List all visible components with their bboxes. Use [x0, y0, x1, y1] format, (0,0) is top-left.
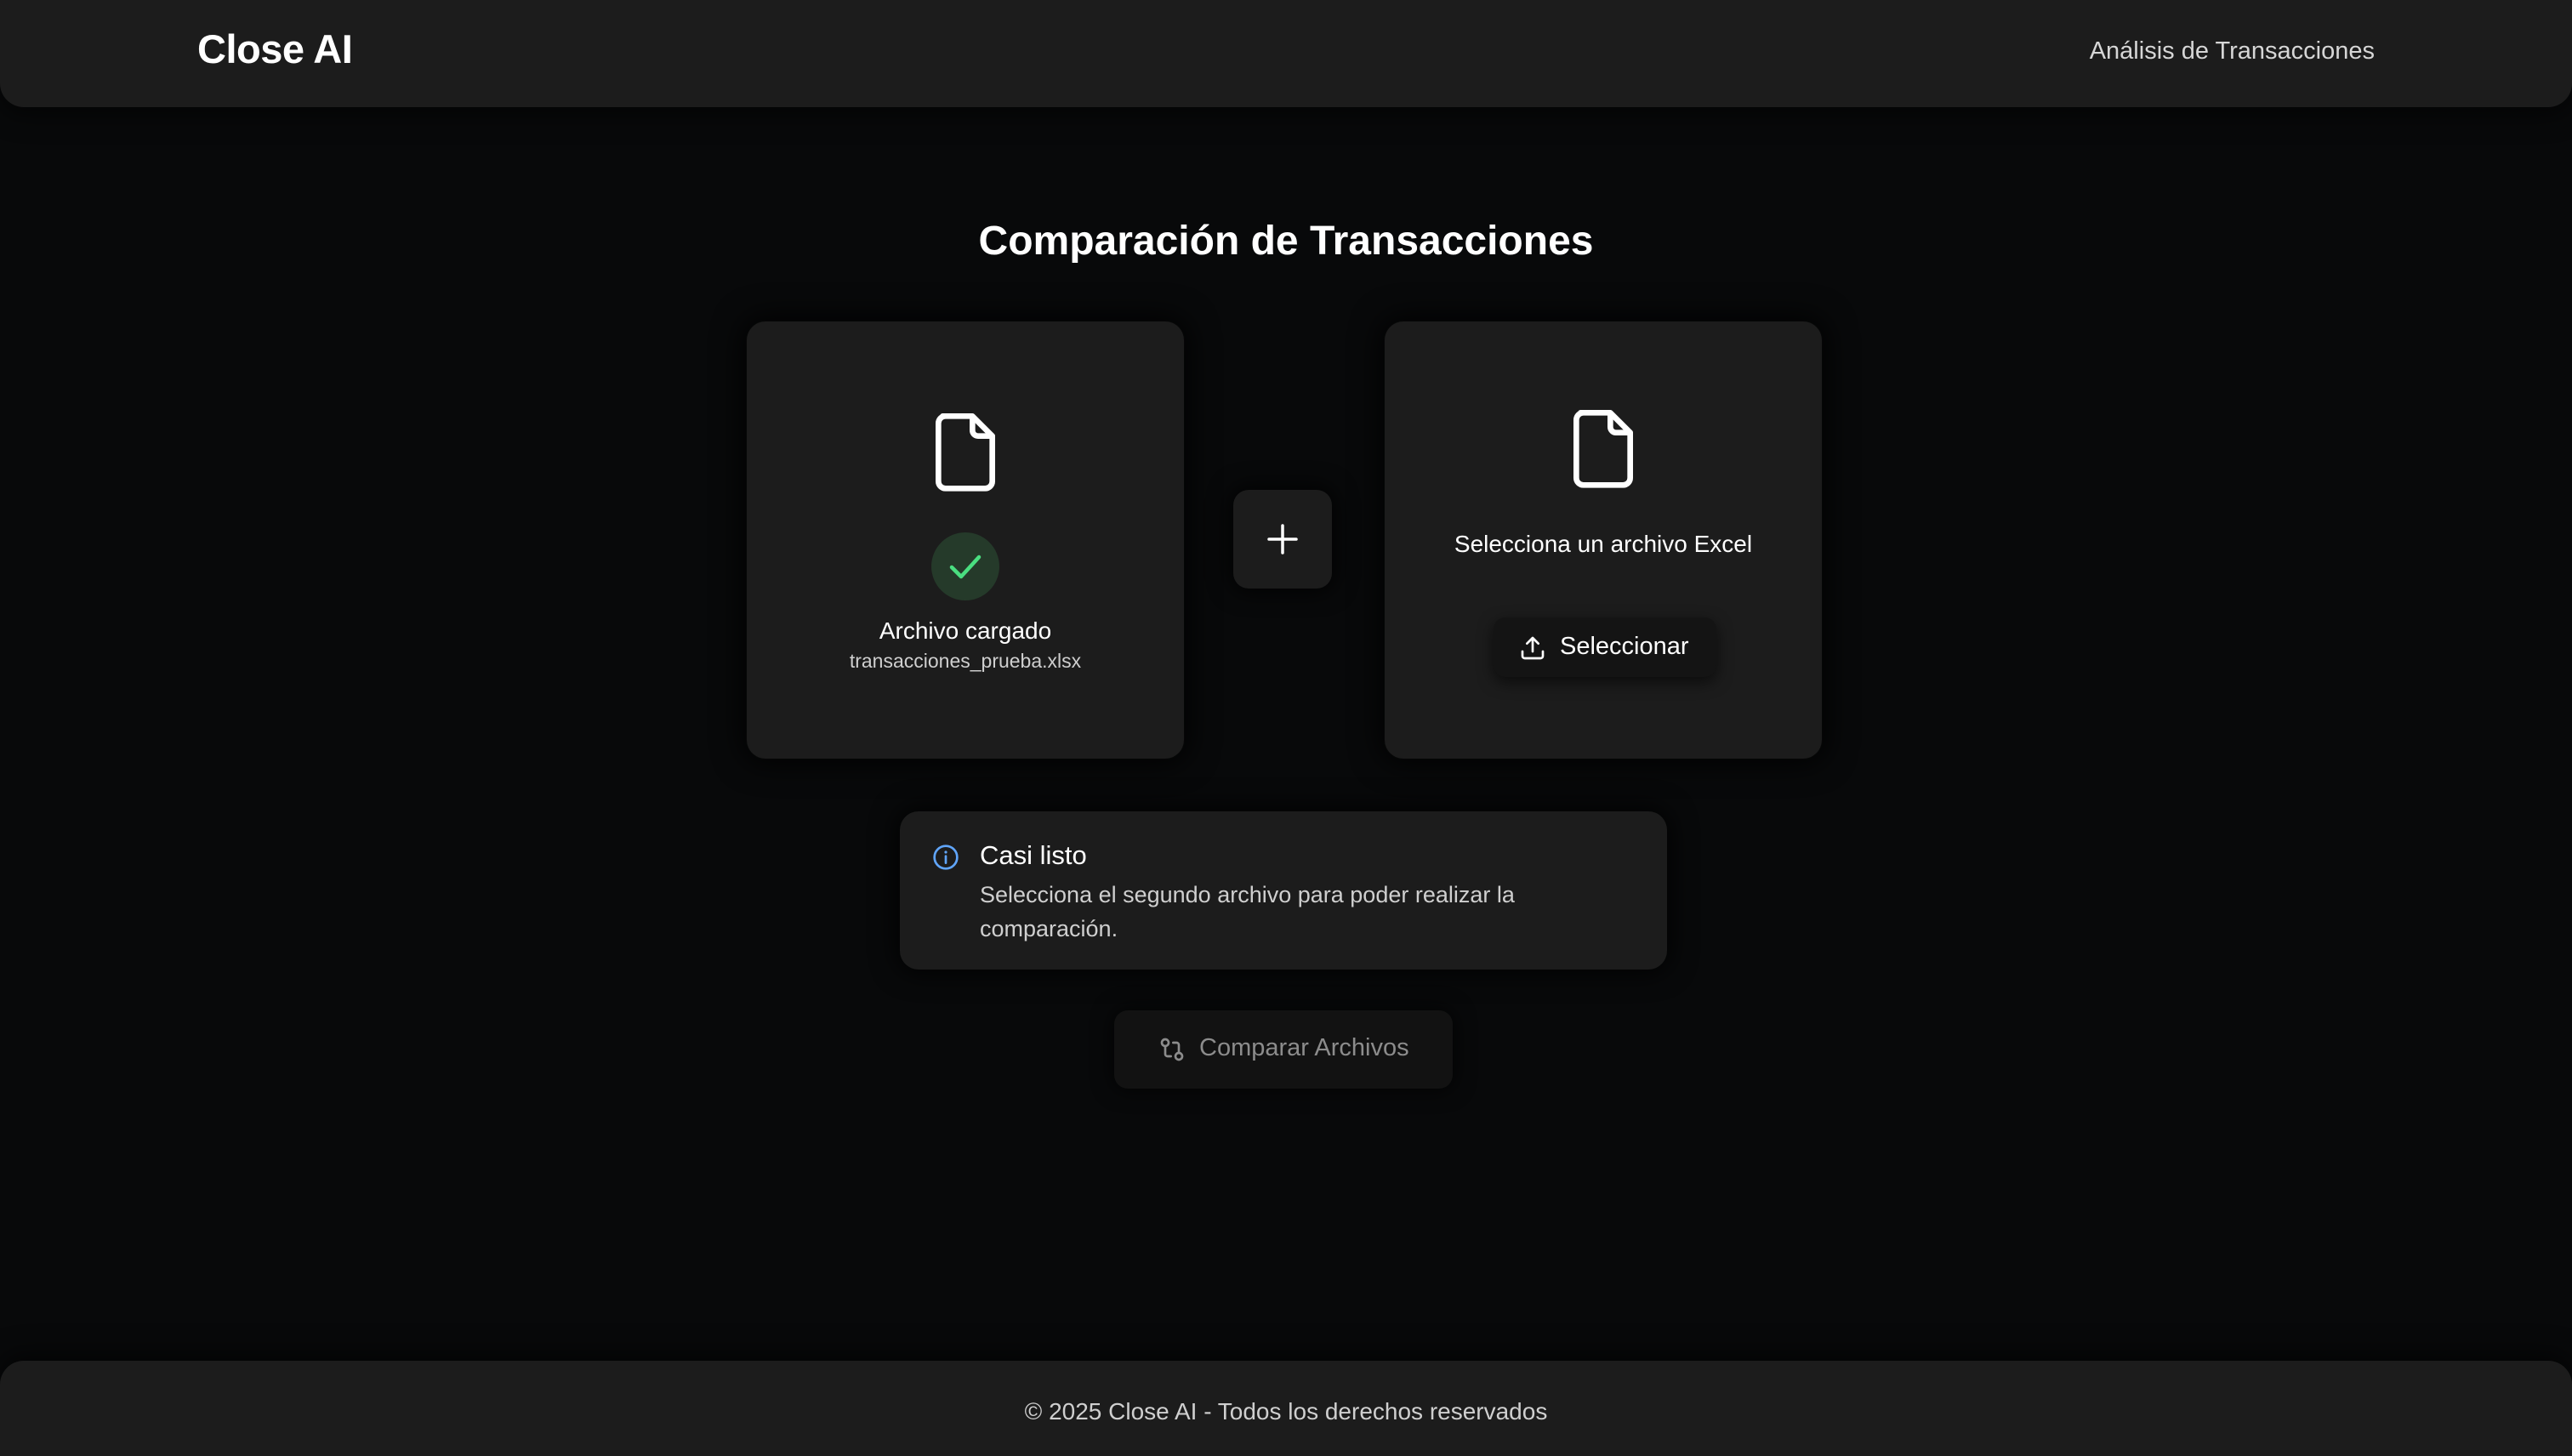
info-icon: [933, 845, 959, 870]
file-card-select: Selecciona un archivo Excel Seleccionar: [1385, 321, 1822, 759]
upload-icon: [1521, 636, 1545, 660]
plus-separator: [1233, 490, 1332, 589]
git-compare-icon: [1160, 1038, 1184, 1061]
compare-files-button[interactable]: Comparar Archivos: [1114, 1010, 1453, 1089]
select-file-button-label: Seleccionar: [1560, 633, 1689, 660]
info-alert-title: Casi listo: [980, 840, 1087, 870]
brand-logo[interactable]: Close AI: [197, 26, 353, 72]
success-badge: [931, 532, 999, 600]
file-status-label: Archivo cargado: [879, 617, 1052, 644]
footer-copyright: © 2025 Close AI - Todos los derechos res…: [1024, 1398, 1548, 1425]
plus-icon: [1267, 524, 1298, 555]
footer: © 2025 Close AI - Todos los derechos res…: [0, 1361, 2572, 1456]
file-icon: [1573, 410, 1633, 488]
check-icon: [949, 555, 982, 579]
file-card-loaded: Archivo cargado transacciones_prueba.xls…: [747, 321, 1184, 759]
file-icon: [936, 413, 995, 492]
top-navbar: Close AI Análisis de Transacciones: [0, 0, 2572, 107]
page: Close AI Análisis de Transacciones Compa…: [0, 0, 2572, 1456]
info-alert-text: Selecciona el segundo archivo para poder…: [980, 882, 1515, 941]
file-name: transacciones_prueba.xlsx: [849, 650, 1082, 672]
select-file-button[interactable]: Seleccionar: [1494, 617, 1716, 677]
page-title: Comparación de Transacciones: [978, 219, 1594, 264]
compare-files-button-label: Comparar Archivos: [1199, 1034, 1409, 1061]
nav-link-transaction-analysis[interactable]: Análisis de Transacciones: [2090, 37, 2375, 65]
info-alert: Casi listo Selecciona el segundo archivo…: [900, 811, 1667, 970]
select-file-hint: Selecciona un archivo Excel: [1454, 531, 1753, 557]
